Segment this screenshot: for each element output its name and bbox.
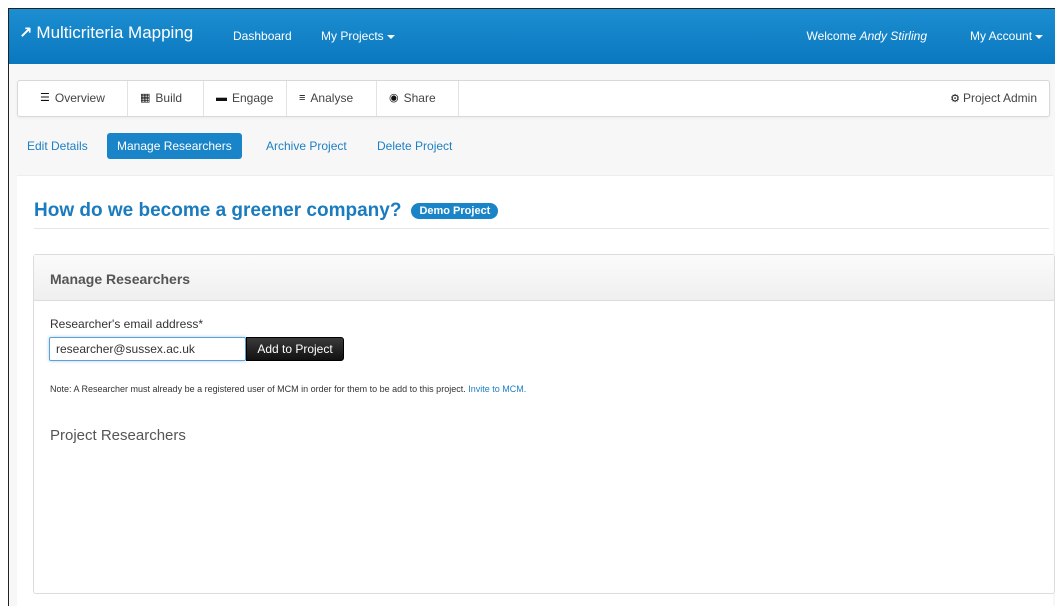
email-field[interactable] — [49, 337, 246, 361]
note-body: Note: A Researcher must already be a reg… — [50, 384, 466, 394]
grid-icon: ▦ — [140, 92, 151, 104]
nav-my-account[interactable]: My Account — [970, 29, 1044, 43]
edit-details-link[interactable]: Edit Details — [17, 133, 98, 159]
globe-icon: ◉ — [389, 92, 399, 104]
align-icon: ≡ — [299, 92, 306, 104]
brand[interactable]: ↗ Multicriteria Mapping — [19, 23, 193, 43]
logo-icon: ↗ — [19, 25, 33, 42]
section-tabs: ☰ Overview ▦ Build ▬ Engage ≡ Analyse ◉ … — [17, 80, 1050, 117]
manage-researchers-panel: Manage Researchers Researcher's email ad… — [33, 254, 1055, 594]
manage-researchers-pill[interactable]: Manage Researchers — [107, 133, 242, 159]
welcome-text: Welcome Andy Stirling — [806, 29, 927, 43]
tab-label: Share — [403, 91, 436, 105]
list-icon: ☰ — [40, 92, 50, 104]
nav-my-account-label: My Account — [970, 29, 1033, 43]
tab-overview[interactable]: ☰ Overview — [18, 81, 128, 116]
nav-my-projects-label: My Projects — [321, 29, 384, 43]
project-admin-link[interactable]: ⚙ Project Admin — [950, 81, 1037, 116]
welcome-prefix: Welcome — [806, 29, 857, 43]
tab-label: Analyse — [310, 91, 354, 105]
email-label: Researcher's email address* — [50, 317, 204, 331]
tab-share[interactable]: ◉ Share — [377, 81, 459, 116]
invite-to-mcm-link[interactable]: Invite to MCM. — [468, 384, 526, 394]
project-title-text: How do we become a greener company? — [34, 200, 402, 221]
brand-label: Multicriteria Mapping — [36, 23, 194, 42]
app-window: ↗ Multicriteria Mapping Dashboard My Pro… — [8, 8, 1055, 606]
divider — [34, 228, 1049, 229]
tab-engage[interactable]: ▬ Engage — [204, 81, 287, 116]
comment-icon: ▬ — [216, 92, 227, 104]
nav-dashboard[interactable]: Dashboard — [233, 29, 292, 43]
project-researchers-heading: Project Researchers — [50, 427, 186, 444]
add-to-project-button[interactable]: Add to Project — [246, 337, 344, 361]
archive-project-link[interactable]: Archive Project — [256, 133, 357, 159]
main-content: How do we become a greener company? Demo… — [17, 175, 1055, 606]
delete-project-link[interactable]: Delete Project — [367, 133, 462, 159]
caret-down-icon — [1035, 34, 1044, 39]
tab-build[interactable]: ▦ Build — [128, 81, 204, 116]
demo-project-badge: Demo Project — [411, 203, 499, 219]
top-navbar: ↗ Multicriteria Mapping Dashboard My Pro… — [9, 9, 1055, 64]
tab-label: Build — [155, 91, 183, 105]
panel-heading: Manage Researchers — [34, 255, 1054, 301]
caret-down-icon — [386, 34, 395, 39]
gear-icon: ⚙ — [950, 93, 960, 105]
tab-analyse[interactable]: ≡ Analyse — [287, 81, 377, 116]
project-title: How do we become a greener company? Demo… — [34, 200, 499, 222]
nav-my-projects[interactable]: My Projects — [321, 29, 395, 43]
admin-label: Project Admin — [962, 91, 1037, 105]
tab-label: Overview — [54, 91, 105, 105]
user-name: Andy Stirling — [859, 29, 927, 43]
note-text: Note: A Researcher must already be a reg… — [50, 384, 526, 394]
tab-label: Engage — [232, 91, 274, 105]
